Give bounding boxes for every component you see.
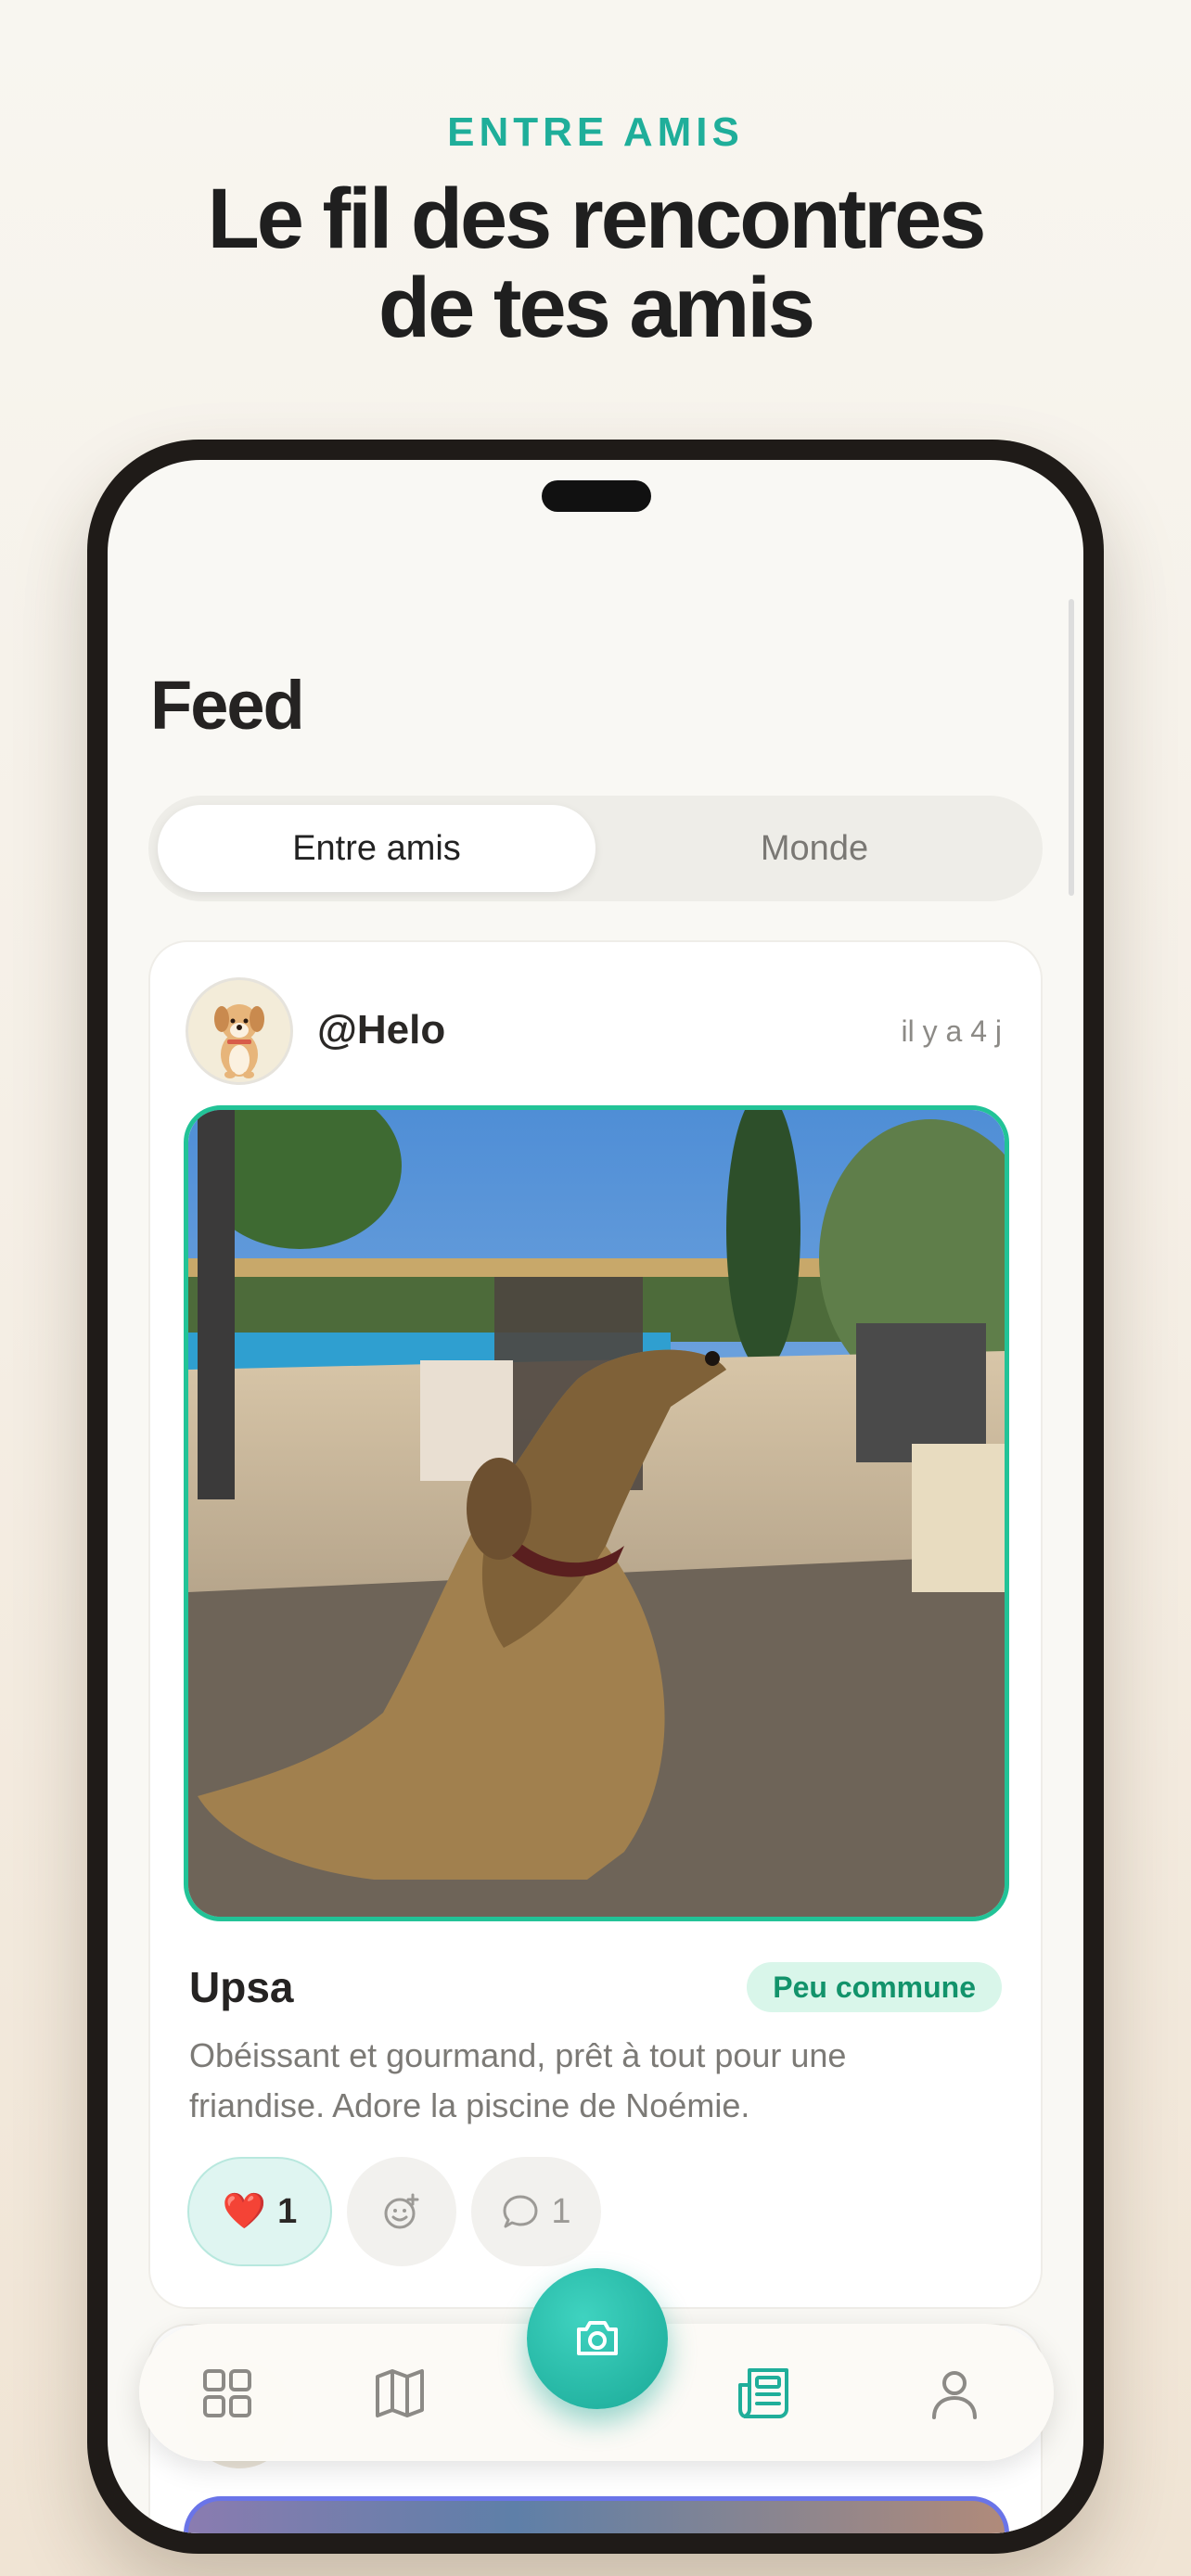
tab-monde[interactable]: Monde (596, 805, 1033, 892)
next-post-photo (184, 2496, 1009, 2533)
rarity-badge: Peu commune (747, 1962, 1002, 2012)
promo-eyebrow: ENTRE AMIS (447, 109, 744, 155)
post-photo[interactable] (184, 1105, 1009, 1921)
post-description: Obéissant et gourmand, prêt à tout pour … (189, 2036, 847, 2124)
feed-segmented-control: Entre amis Monde (148, 796, 1043, 901)
tab-map[interactable] (367, 2361, 432, 2426)
post-timestamp: il y a 4 j (901, 1014, 1002, 1048)
post-actions: ❤️ 1 1 (187, 2157, 601, 2266)
map-icon (376, 2369, 424, 2417)
page-title: Feed (150, 667, 305, 744)
feed-icon (738, 2368, 788, 2418)
add-reaction-icon (384, 2193, 419, 2229)
like-button[interactable]: ❤️ 1 (187, 2157, 332, 2266)
phone-frame: Feed Entre amis Monde @Helo il y a 4 j U… (87, 440, 1104, 2554)
tab-feed[interactable] (733, 2361, 798, 2426)
post-card: @Helo il y a 4 j Upsa Peu commune Obéiss… (148, 940, 1043, 2309)
dog-avatar-icon (214, 1004, 264, 1078)
camera-icon (577, 2321, 618, 2355)
comment-icon (503, 2195, 538, 2228)
grid-icon (203, 2369, 251, 2417)
heart-icon: ❤️ (222, 2192, 267, 2231)
promo-headline-line-1: Le fil des rencontres (207, 172, 987, 266)
dynamic-island (542, 480, 651, 512)
capture-button[interactable] (527, 2268, 668, 2409)
post-username[interactable]: @Helo (317, 1007, 445, 1053)
promo-headline: Le fil des rencontres de tes amis (0, 174, 1191, 352)
profile-icon (932, 2371, 977, 2419)
add-reaction-button[interactable] (347, 2157, 456, 2266)
avatar[interactable] (186, 977, 293, 1085)
promo-headline-line-2: de tes amis (378, 261, 815, 355)
comment-button[interactable]: 1 (471, 2157, 601, 2266)
comment-count: 1 (551, 2191, 571, 2231)
pet-name: Upsa (189, 1963, 294, 2011)
like-count: 1 (277, 2191, 298, 2231)
tab-profile[interactable] (922, 2361, 987, 2426)
tab-entre-amis[interactable]: Entre amis (158, 805, 596, 892)
tab-collection[interactable] (195, 2361, 260, 2426)
dog-by-pool-image (188, 1110, 1005, 1917)
scrollbar[interactable] (1069, 599, 1074, 896)
app-screen: Feed Entre amis Monde @Helo il y a 4 j U… (108, 460, 1083, 2533)
